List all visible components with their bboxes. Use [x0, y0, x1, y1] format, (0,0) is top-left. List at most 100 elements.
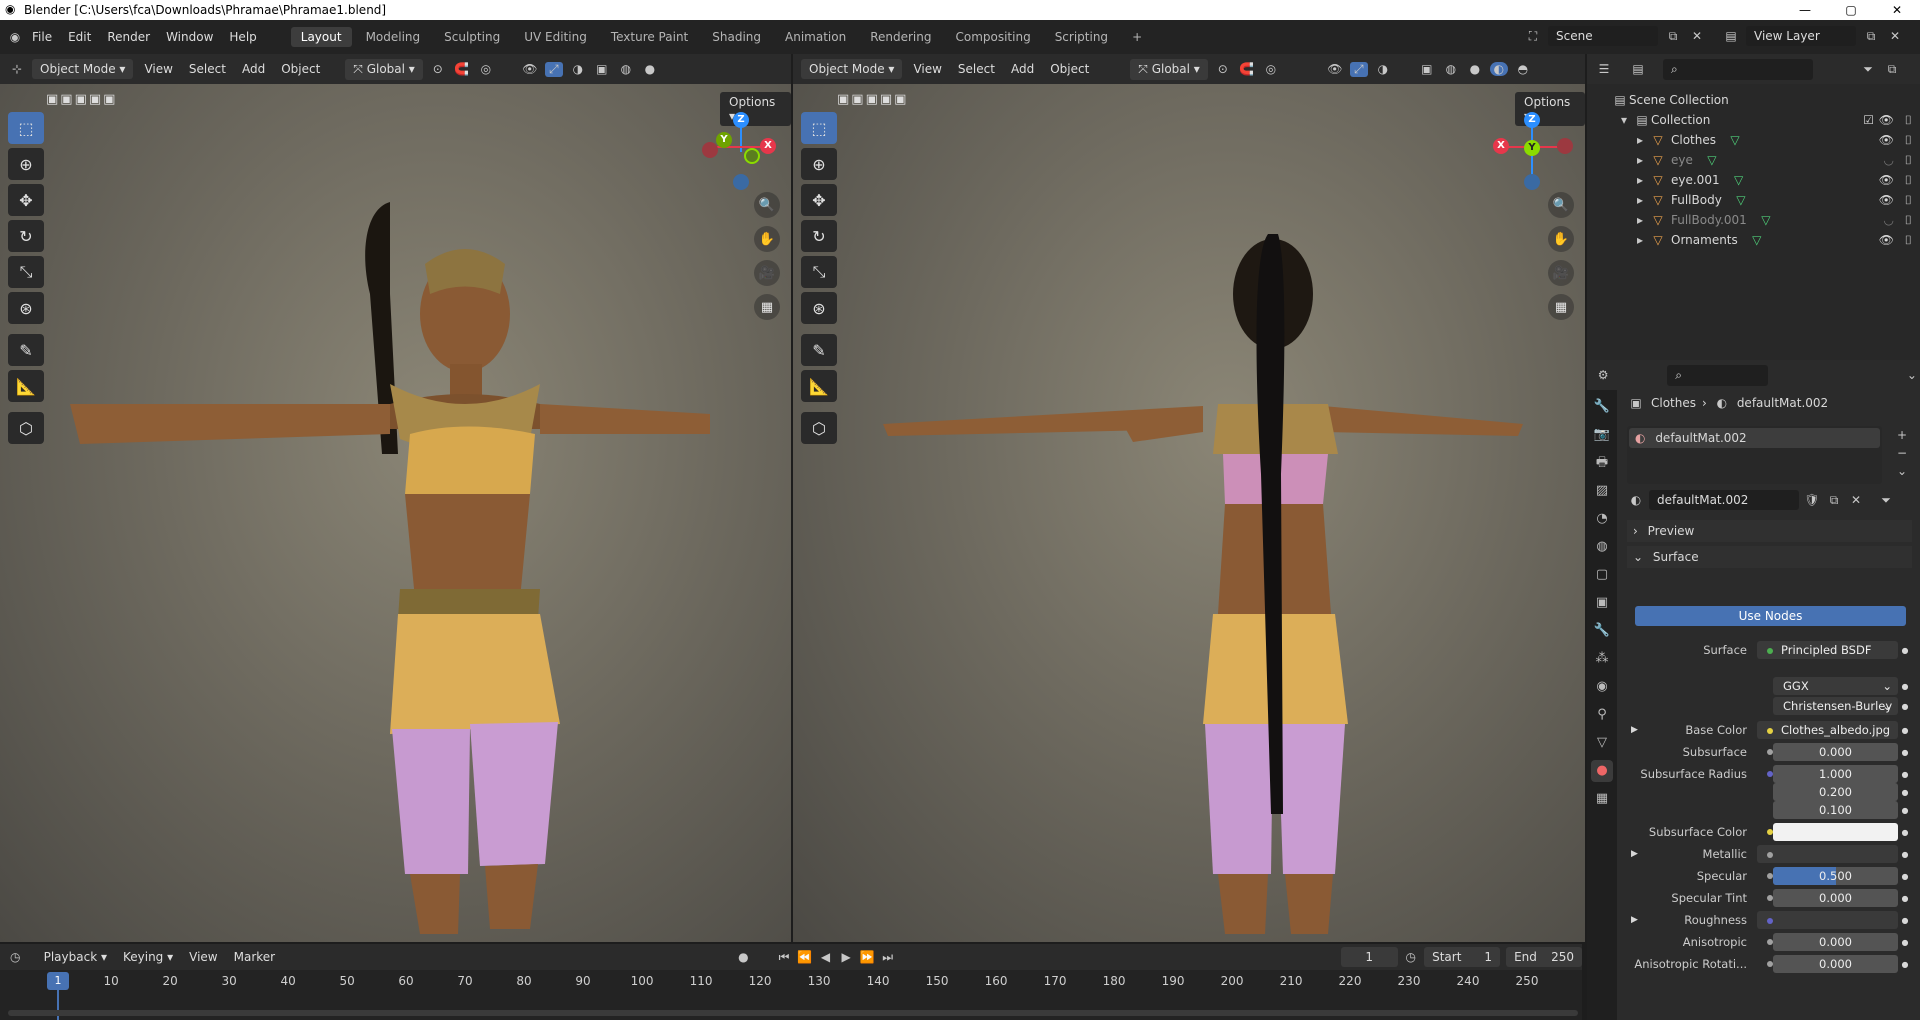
properties-options-icon[interactable]: ⌄ — [1904, 368, 1920, 382]
use-nodes-button[interactable]: Use Nodes — [1635, 606, 1906, 626]
gizmo-z-axis[interactable]: Z — [733, 112, 749, 128]
measure-tool[interactable]: 📐 — [8, 370, 44, 402]
keyframe-dot-icon[interactable]: ● — [1898, 894, 1912, 903]
timeline-editor-type-icon[interactable]: ◷ — [8, 950, 23, 964]
menu-keying[interactable]: Keying ▾ — [118, 950, 178, 964]
mesh-data-icon[interactable]: ▽ — [1757, 213, 1775, 227]
material-tab-icon[interactable]: ● — [1591, 760, 1613, 782]
left-3d-viewport[interactable]: ▣▣▣▣▣ Options ▾ ⬚ ⊕ ✥ ↻ ⤡ ⊛ ✎ 📐 ⬡ Z X Y … — [0, 84, 791, 942]
surface-panel-header[interactable]: ⌄ Surface — [1627, 546, 1912, 568]
property-number-field[interactable]: 1.000 — [1773, 765, 1898, 783]
property-link-field[interactable]: Clothes_metalness.jpg — [1757, 845, 1898, 863]
visibility-eye-icon[interactable]: ◡ — [1884, 213, 1894, 227]
properties-search-input[interactable]: ⌕ — [1667, 364, 1768, 386]
mesh-data-icon[interactable]: ▽ — [1732, 193, 1750, 207]
render-camera-icon[interactable]: ⌷ — [1905, 213, 1912, 228]
material-name-field[interactable]: defaultMat.002 — [1649, 490, 1799, 510]
gizmo-neg-z[interactable] — [733, 174, 749, 190]
tab-scripting[interactable]: Scripting — [1045, 27, 1118, 47]
view-layer-tab-icon[interactable]: ▨ — [1591, 480, 1613, 502]
expand-arrow-icon[interactable]: ▸ — [1631, 153, 1649, 167]
camera-view-icon[interactable]: 🎥 — [754, 260, 780, 286]
zoom-icon-right[interactable]: 🔍 — [1548, 192, 1574, 218]
tab-shading[interactable]: Shading — [702, 27, 771, 47]
tab-compositing[interactable]: Compositing — [945, 27, 1040, 47]
menu-object-right[interactable]: Object — [1045, 62, 1094, 76]
tab-sculpting[interactable]: Sculpting — [434, 27, 510, 47]
menu-edit[interactable]: Edit — [60, 30, 99, 44]
expand-arrow-icon[interactable]: ▸ — [1631, 133, 1649, 147]
wireframe-shading-icon[interactable]: ◍ — [617, 62, 635, 76]
select-box-tool-right[interactable]: ⬚ — [801, 112, 837, 144]
prev-keyframe-icon[interactable]: ⏪ — [797, 950, 812, 964]
new-view-layer-icon[interactable]: ⧉ — [1862, 29, 1880, 44]
mode-dropdown[interactable]: Object Mode ▾ — [32, 59, 134, 79]
transform-tool[interactable]: ⊛ — [8, 292, 44, 324]
add-cube-tool[interactable]: ⬡ — [8, 412, 44, 444]
cursor-tool-right[interactable]: ⊕ — [801, 148, 837, 180]
visibility-eye-icon[interactable]: 👁 — [1879, 173, 1894, 187]
visibility-eye-icon[interactable]: 👁 — [1879, 133, 1894, 147]
keyframe-dot-icon[interactable]: ● — [1898, 960, 1912, 969]
menu-add-right[interactable]: Add — [1006, 62, 1039, 76]
collection-camera-icon[interactable]: ⌷ — [1905, 113, 1912, 128]
keyframe-dot-icon[interactable]: ● — [1898, 788, 1912, 797]
physics-tab-icon[interactable]: ◉ — [1591, 676, 1613, 698]
rotate-tool[interactable]: ↻ — [8, 220, 44, 252]
data-tab-icon[interactable]: ▽ — [1591, 732, 1613, 754]
tab-layout[interactable]: Layout — [290, 27, 352, 47]
delete-scene-icon[interactable]: ✕ — [1688, 29, 1706, 43]
render-camera-icon[interactable]: ⌷ — [1905, 233, 1912, 248]
record-icon[interactable]: ● — [736, 950, 751, 964]
property-link-field[interactable]: Principled BSDF — [1757, 641, 1898, 659]
outliner-item[interactable]: ▸ ▽ eye ▽ ◡ ⌷ — [1587, 150, 1920, 170]
add-workspace-button[interactable]: + — [1122, 27, 1152, 47]
cursor-tool[interactable]: ⊕ — [8, 148, 44, 180]
move-tool-right[interactable]: ✥ — [801, 184, 837, 216]
menu-render[interactable]: Render — [99, 30, 158, 44]
selection-mode-icons-right[interactable]: ▣▣▣▣▣ — [837, 92, 908, 107]
outliner-collection-row[interactable]: ▾ ▤ Collection ☑ 👁 ⌷ — [1587, 110, 1920, 130]
keyframe-dot-icon[interactable]: ● — [1898, 916, 1912, 925]
expand-arrow-icon[interactable]: ▸ — [1631, 173, 1649, 187]
collection-tab-icon[interactable]: ▢ — [1591, 564, 1613, 586]
duplicate-material-icon[interactable]: ⧉ — [1825, 493, 1843, 508]
preview-range-icon[interactable]: ◷ — [1404, 950, 1419, 964]
keyframe-dot-icon[interactable]: ● — [1898, 770, 1912, 779]
character-model-back[interactable] — [873, 174, 1533, 934]
mesh-data-icon[interactable]: ▽ — [1703, 153, 1721, 167]
move-tool[interactable]: ✥ — [8, 184, 44, 216]
menu-marker[interactable]: Marker — [229, 950, 280, 964]
orientation-dropdown-right[interactable]: ⤧ Global ▾ — [1130, 58, 1208, 80]
expand-socket-icon[interactable]: ▶ — [1631, 725, 1638, 735]
xray-icon-right[interactable]: ▣ — [1418, 62, 1436, 76]
keyframe-dot-icon[interactable]: ● — [1898, 806, 1912, 815]
property-link-field[interactable]: Clothes_albedo.jpg — [1757, 721, 1898, 739]
property-number-field[interactable]: 0.100 — [1773, 801, 1898, 819]
maximize-button[interactable]: ▢ — [1828, 0, 1874, 20]
menu-window[interactable]: Window — [158, 30, 221, 44]
material-shading-icon-right[interactable]: ◐ — [1489, 62, 1508, 76]
outliner-item[interactable]: ▸ ▽ eye.001 ▽ 👁 ⌷ — [1587, 170, 1920, 190]
new-scene-icon[interactable]: ⧉ — [1664, 29, 1682, 44]
zoom-icon[interactable]: 🔍 — [754, 192, 780, 218]
keyframe-dot-icon[interactable]: ● — [1898, 646, 1912, 655]
menu-playback[interactable]: Playback ▾ — [39, 950, 112, 964]
solid-shading-icon[interactable]: ● — [641, 62, 659, 76]
display-mode-icon[interactable]: ▤ — [1629, 62, 1647, 76]
next-keyframe-icon[interactable]: ⏩ — [859, 950, 874, 964]
editor-type-icon[interactable]: ⊹ — [8, 62, 26, 76]
node-filter-icon[interactable]: ⏷ — [1877, 493, 1895, 508]
pivot-icon[interactable]: ⊙ — [429, 62, 447, 76]
current-frame-field[interactable]: 1 — [1340, 947, 1398, 967]
playhead-marker[interactable]: 1 — [47, 972, 69, 990]
end-frame-field[interactable]: End 250 — [1506, 947, 1583, 967]
property-number-field[interactable]: 0.000 — [1773, 933, 1898, 951]
expand-socket-icon[interactable]: ▶ — [1631, 849, 1638, 859]
timeline-scrollbar[interactable] — [8, 1010, 1578, 1016]
tab-animation[interactable]: Animation — [775, 27, 856, 47]
menu-view-right[interactable]: View — [908, 62, 946, 76]
properties-editor-type-icon[interactable]: ⚙ — [1595, 368, 1611, 382]
proportional-icon[interactable]: ◎ — [477, 62, 495, 76]
modifier-tab-icon[interactable]: 🔧 — [1591, 620, 1613, 642]
